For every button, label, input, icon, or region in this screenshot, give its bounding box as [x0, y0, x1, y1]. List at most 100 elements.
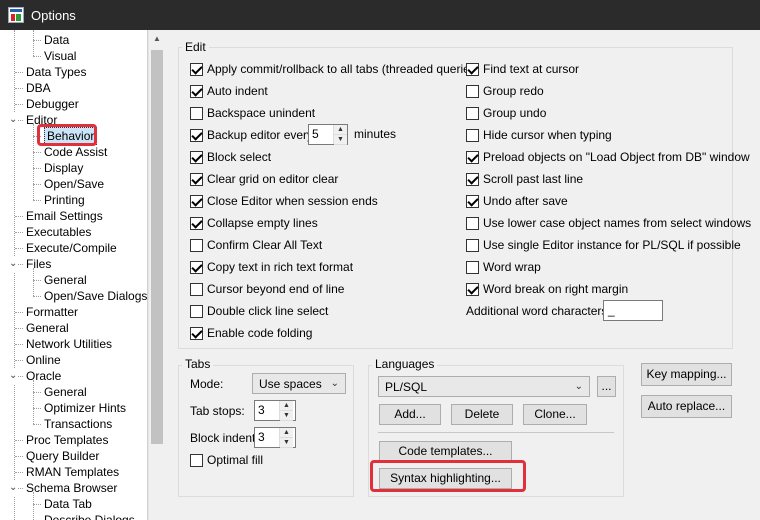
checkbox-box[interactable] [466, 62, 479, 76]
checkbox-box[interactable] [466, 106, 479, 120]
tree-item[interactable]: Open/Save Dialogs [0, 288, 147, 304]
tree-item[interactable]: Code Assist [0, 144, 147, 160]
block-indent-value[interactable]: 3 [255, 428, 279, 447]
option-checkbox[interactable]: Word break on right margin [466, 280, 628, 298]
option-checkbox[interactable]: Backspace unindent [190, 104, 315, 122]
tab-stops-stepper[interactable]: 3 ▲ ▼ [254, 400, 296, 421]
option-checkbox[interactable]: Use lower case object names from select … [466, 214, 751, 232]
checkbox-box[interactable] [190, 282, 203, 296]
chevron-down-icon[interactable]: ⌄ [9, 480, 17, 496]
option-checkbox[interactable]: Collapse empty lines [190, 214, 318, 232]
clone-language-button[interactable]: Clone... [523, 404, 587, 425]
tree-item[interactable]: Debugger [0, 96, 147, 112]
tree-item[interactable]: Printing [0, 192, 147, 208]
checkbox-box[interactable] [466, 260, 479, 274]
backup-minutes-value[interactable]: 5 [309, 125, 333, 144]
tree-item[interactable]: ⌄ Oracle [0, 368, 147, 384]
checkbox-box[interactable] [190, 453, 203, 467]
auto-replace-button[interactable]: Auto replace... [641, 395, 732, 418]
spin-up-icon[interactable]: ▲ [280, 401, 293, 411]
checkbox-box[interactable] [190, 194, 203, 208]
tree-item[interactable]: Data Types [0, 64, 147, 80]
option-checkbox[interactable]: Group redo [466, 82, 544, 100]
spin-up-icon[interactable]: ▲ [280, 428, 293, 438]
spin-down-icon[interactable]: ▼ [280, 411, 293, 421]
option-checkbox[interactable]: Confirm Clear All Text [190, 236, 322, 254]
checkbox-box[interactable] [190, 150, 203, 164]
tree-item[interactable]: ⌄ Schema Browser [0, 480, 147, 496]
checkbox-box[interactable] [190, 62, 203, 76]
tree-item[interactable]: Execute/Compile [0, 240, 147, 256]
tree-item[interactable]: ⌄ Files [0, 256, 147, 272]
checkbox-box[interactable] [190, 216, 203, 230]
language-select[interactable]: PL/SQL ⌄ [378, 376, 590, 397]
option-checkbox[interactable]: Auto indent [190, 82, 268, 100]
additional-chars-input[interactable]: _ [603, 300, 663, 321]
tree-item[interactable]: Data [0, 32, 147, 48]
tree-scrollbar[interactable]: ▲ [148, 30, 164, 520]
checkbox-box[interactable] [190, 106, 203, 120]
option-checkbox[interactable]: Word wrap [466, 258, 541, 276]
tree-item[interactable]: Data Tab [0, 496, 147, 512]
option-checkbox[interactable]: Enable code folding [190, 324, 312, 342]
tree-item[interactable]: Transactions [0, 416, 147, 432]
backup-minutes-stepper[interactable]: 5 ▲ ▼ [308, 124, 348, 145]
option-checkbox[interactable]: Close Editor when session ends [190, 192, 378, 210]
option-checkbox[interactable]: Apply commit/rollback to all tabs (threa… [190, 60, 480, 78]
scroll-up-icon[interactable]: ▲ [149, 30, 165, 47]
checkbox-box[interactable] [466, 282, 479, 296]
checkbox-box[interactable] [190, 260, 203, 274]
option-checkbox[interactable]: Cursor beyond end of line [190, 280, 344, 298]
tree-item[interactable]: Online [0, 352, 147, 368]
block-indent-stepper[interactable]: 3 ▲ ▼ [254, 427, 296, 448]
chevron-down-icon[interactable]: ⌄ [9, 112, 17, 128]
option-checkbox[interactable]: Hide cursor when typing [466, 126, 612, 144]
checkbox-box[interactable] [190, 128, 203, 142]
tree-item[interactable]: General [0, 320, 147, 336]
checkbox-box[interactable] [466, 238, 479, 252]
option-checkbox[interactable]: Group undo [466, 104, 546, 122]
checkbox-box[interactable] [466, 216, 479, 230]
tree-item[interactable]: RMAN Templates [0, 464, 147, 480]
checkbox-box[interactable] [466, 172, 479, 186]
tree-item[interactable]: Describe Dialogs [0, 512, 147, 520]
checkbox-box[interactable] [466, 194, 479, 208]
tree-item[interactable]: Proc Templates [0, 432, 147, 448]
spin-down-icon[interactable]: ▼ [334, 135, 347, 145]
option-checkbox[interactable]: Block select [190, 148, 271, 166]
tree-item[interactable]: General [0, 384, 147, 400]
option-checkbox[interactable]: Copy text in rich text format [190, 258, 353, 276]
option-checkbox[interactable]: Scroll past last line [466, 170, 583, 188]
checkbox-box[interactable] [190, 172, 203, 186]
key-mapping-button[interactable]: Key mapping... [641, 363, 732, 386]
tab-stops-value[interactable]: 3 [255, 401, 279, 420]
checkbox-box[interactable] [190, 238, 203, 252]
option-checkbox[interactable]: Backup editor every [190, 126, 313, 144]
checkbox-box[interactable] [466, 128, 479, 142]
tree-item[interactable]: General [0, 272, 147, 288]
tree-item[interactable]: Open/Save [0, 176, 147, 192]
option-checkbox[interactable]: Double click line select [190, 302, 328, 320]
tree-item[interactable]: Optimizer Hints [0, 400, 147, 416]
tree-item[interactable]: DBA [0, 80, 147, 96]
tree-item[interactable]: Email Settings [0, 208, 147, 224]
option-checkbox[interactable]: Use single Editor instance for PL/SQL if… [466, 236, 741, 254]
checkbox-box[interactable] [190, 304, 203, 318]
tree-item[interactable]: Executables [0, 224, 147, 240]
add-language-button[interactable]: Add... [379, 404, 441, 425]
spin-down-icon[interactable]: ▼ [280, 438, 293, 448]
chevron-down-icon[interactable]: ⌄ [9, 368, 17, 384]
code-templates-button[interactable]: Code templates... [379, 441, 512, 462]
tree-item[interactable]: Display [0, 160, 147, 176]
tree-item[interactable]: Visual [0, 48, 147, 64]
tree-item[interactable]: Network Utilities [0, 336, 147, 352]
option-checkbox[interactable]: Find text at cursor [466, 60, 579, 78]
language-ellipsis-button[interactable]: ... [597, 376, 616, 397]
tree-item[interactable]: Formatter [0, 304, 147, 320]
checkbox-box[interactable] [190, 84, 203, 98]
checkbox-box[interactable] [466, 84, 479, 98]
spin-up-icon[interactable]: ▲ [334, 125, 347, 135]
option-checkbox[interactable]: Undo after save [466, 192, 568, 210]
optimal-fill-checkbox[interactable]: Optimal fill [190, 451, 263, 469]
option-checkbox[interactable]: Preload objects on "Load Object from DB"… [466, 148, 750, 166]
